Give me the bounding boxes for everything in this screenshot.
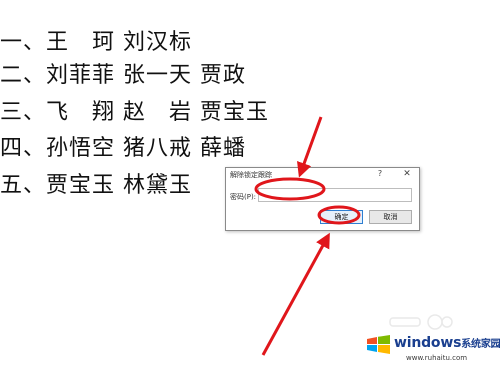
document-line-1: 一、王 珂 刘汉标 — [0, 30, 192, 55]
watermark-sub-text: 系统家园 — [461, 339, 500, 350]
faint-logo-mark — [389, 314, 453, 330]
arrow-to-ok-button — [261, 232, 330, 356]
password-label: 密码(P): — [230, 193, 257, 201]
cancel-button[interactable]: 取消 — [369, 210, 412, 224]
unlock-tracking-dialog: 解除锁定跟踪 ? ✕ 密码(P): 确定 取消 — [225, 167, 420, 231]
close-button[interactable]: ✕ — [401, 168, 413, 180]
watermark-brand: windows系统家园 — [394, 335, 500, 351]
windows-logo-icon — [367, 335, 390, 354]
document-line-5: 五、贾宝玉 林黛玉 — [0, 173, 192, 198]
dialog-title: 解除锁定跟踪 — [230, 171, 272, 179]
document-line-3: 三、飞 翔 赵 岩 贾宝玉 — [0, 100, 269, 125]
password-input[interactable] — [258, 188, 412, 202]
document-line-4: 四、孙悟空 猪八戒 薛蟠 — [0, 136, 246, 161]
site-watermark: windows系统家园 www.ruhaitu.com — [366, 332, 500, 366]
ok-button[interactable]: 确定 — [320, 210, 363, 224]
watermark-url: www.ruhaitu.com — [406, 354, 468, 362]
watermark-main-text: windows — [394, 335, 462, 351]
help-button[interactable]: ? — [374, 168, 386, 180]
document-line-2: 二、刘菲菲 张一天 贾政 — [0, 63, 246, 88]
arrow-to-password — [297, 116, 323, 178]
